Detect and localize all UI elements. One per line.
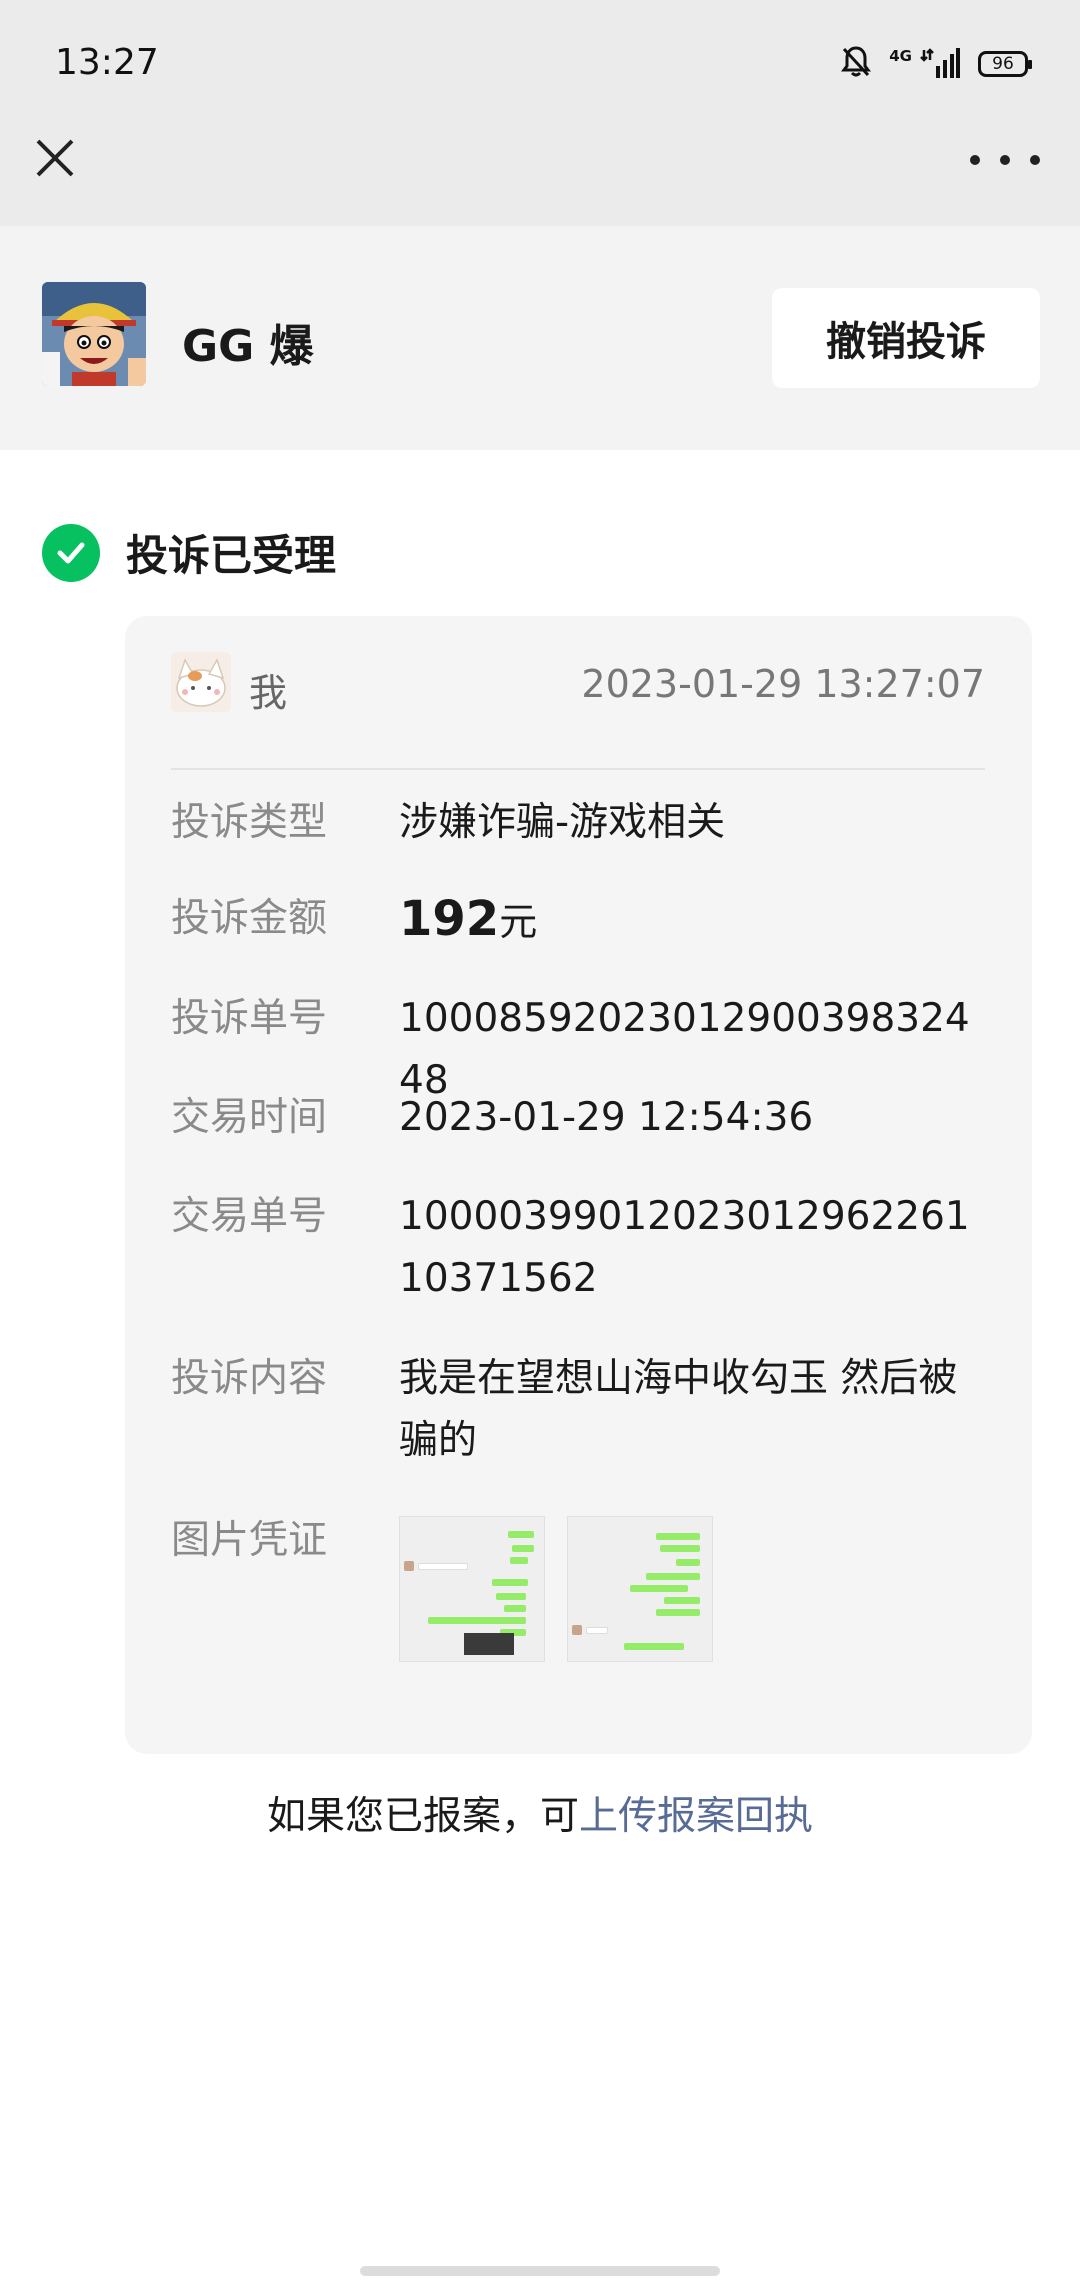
merchant-name: GG 爆: [182, 321, 314, 372]
complaint-card: 我 2023-01-29 13:27:07 投诉类型 涉嫌诈骗-游戏相关 投诉金…: [125, 616, 1032, 1754]
footer-note: 如果您已报案，可上传报案回执: [0, 1785, 1080, 1841]
row-label: 投诉金额: [171, 896, 328, 941]
home-indicator[interactable]: [360, 2266, 720, 2276]
more-icon-dot: [1030, 155, 1040, 165]
row-label: 交易单号: [171, 1194, 328, 1239]
evidence-thumbnails: [399, 1516, 713, 1662]
mute-bell-icon: [841, 45, 872, 83]
complaint-timestamp: 2023-01-29 13:27:07: [581, 662, 985, 706]
signal-icon: [920, 46, 960, 82]
battery-icon: 96: [978, 51, 1032, 77]
row-value: 我是在望想山海中收勾玉 然后被骗的: [399, 1356, 958, 1463]
network-label: 4G: [889, 47, 912, 65]
merchant-avatar: [42, 282, 146, 386]
row-value: 1000039901202301296226110371562: [399, 1194, 970, 1301]
row-label: 交易时间: [171, 1095, 328, 1140]
row-label: 投诉内容: [171, 1356, 328, 1401]
row-value: 涉嫌诈骗-游戏相关: [399, 800, 726, 845]
more-icon-dot: [970, 155, 980, 165]
complaint-status: 投诉已受理: [42, 522, 336, 583]
battery-level: 96: [992, 54, 1014, 74]
amount-unit: 元: [499, 900, 538, 944]
close-button[interactable]: [30, 133, 80, 183]
more-icon-dot: [1000, 155, 1010, 165]
row-label: 投诉单号: [171, 996, 328, 1041]
card-header: 我 2023-01-29 13:27:07: [171, 652, 985, 770]
row-value: 2023-01-29 12:54:36: [399, 1095, 814, 1140]
footer-text: 如果您已报案，可: [266, 1794, 579, 1839]
user-label: 我: [249, 671, 288, 715]
amount-value: 192元: [399, 888, 989, 954]
status-time: 13:27: [55, 42, 159, 83]
close-icon: [36, 139, 74, 177]
status-bar: 13:27 4G 96: [0, 0, 1080, 130]
upload-receipt-link[interactable]: 上传报案回执: [579, 1794, 813, 1839]
revoke-complaint-button[interactable]: 撤销投诉: [772, 288, 1040, 388]
row-label: 图片凭证: [171, 1518, 328, 1563]
merchant-header: GG 爆 撤销投诉: [0, 226, 1080, 450]
status-title: 投诉已受理: [126, 531, 337, 580]
more-button[interactable]: [970, 140, 1040, 180]
evidence-image[interactable]: [567, 1516, 713, 1662]
top-bar: 13:27 4G 96: [0, 0, 1080, 226]
evidence-image[interactable]: [399, 1516, 545, 1662]
status-icons: 4G 96: [841, 44, 1032, 84]
check-circle-icon: [42, 523, 100, 582]
amount-number: 192: [399, 891, 500, 947]
user-avatar: [171, 652, 231, 712]
row-label: 投诉类型: [171, 800, 328, 845]
